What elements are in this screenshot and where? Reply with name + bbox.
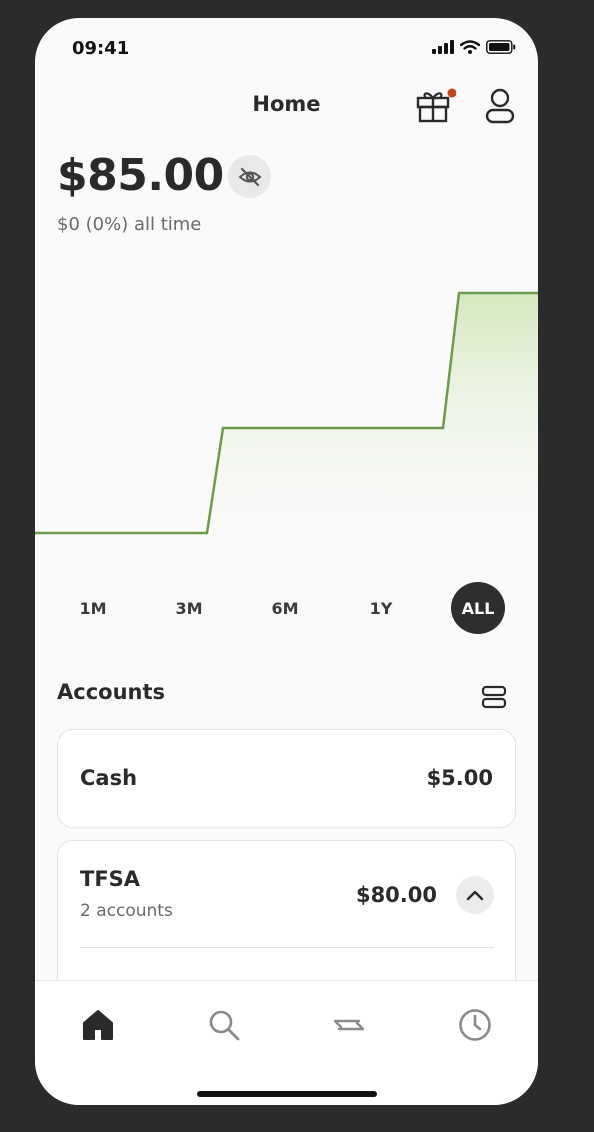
portfolio-balance: $85.00 [57, 150, 224, 201]
range-all[interactable]: ALL [451, 582, 505, 634]
view-toggle-button[interactable] [481, 685, 507, 709]
accounts-heading: Accounts [57, 680, 166, 704]
tab-transfer[interactable] [329, 1005, 369, 1045]
hide-balance-button[interactable] [228, 155, 271, 198]
portfolio-chart [35, 291, 538, 568]
all-time-change: $0 (0%) all time [57, 214, 202, 235]
home-icon [83, 1010, 113, 1040]
transfer-icon [333, 1019, 365, 1031]
collapse-button[interactable] [456, 876, 494, 914]
search-icon [209, 1010, 240, 1041]
gift-icon [416, 88, 457, 123]
rewards-button[interactable] [416, 88, 457, 124]
battery-icon [486, 40, 516, 54]
tab-home[interactable] [78, 1005, 118, 1045]
account-value: $5.00 [426, 766, 493, 790]
notification-dot [447, 88, 457, 98]
chart-area-fill [35, 293, 538, 568]
phone-screen: 09:41 Home $85.00 $0 (0%) all time 1M 3M… [35, 18, 538, 1105]
account-value: $80.00 [355, 883, 437, 907]
account-name: Cash [80, 766, 138, 790]
account-card-cash[interactable]: Cash $5.00 [57, 729, 516, 828]
home-indicator [197, 1091, 377, 1097]
range-6m[interactable]: 6M [258, 582, 312, 634]
chevron-up-icon [466, 890, 484, 901]
user-icon [485, 88, 515, 124]
list-view-icon [481, 685, 507, 709]
account-subtitle: 2 accounts [80, 901, 173, 921]
status-bar: 09:41 [35, 18, 538, 78]
profile-button[interactable] [482, 86, 518, 126]
tab-activity[interactable] [455, 1005, 495, 1045]
card-divider [80, 947, 494, 948]
clock-icon [459, 1009, 491, 1041]
wifi-icon [460, 40, 480, 54]
cellular-signal-icon [432, 40, 454, 54]
status-time: 09:41 [72, 38, 130, 59]
time-range-selector: 1M 3M 6M 1Y ALL [35, 582, 538, 634]
account-name: TFSA [80, 867, 141, 891]
status-icons [432, 40, 516, 54]
tab-bar [35, 980, 538, 1105]
range-1y[interactable]: 1Y [354, 582, 408, 634]
range-3m[interactable]: 3M [162, 582, 216, 634]
eye-off-icon [238, 167, 261, 186]
tab-search[interactable] [204, 1005, 244, 1045]
range-1m[interactable]: 1M [66, 582, 120, 634]
page-title: Home [252, 92, 321, 116]
